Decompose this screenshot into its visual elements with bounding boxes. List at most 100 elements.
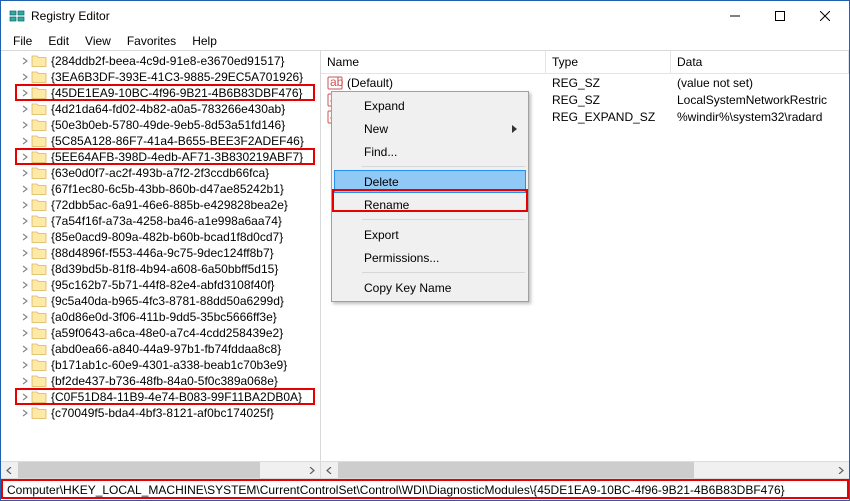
chevron-right-icon xyxy=(19,119,31,131)
tree-item[interactable]: {C0F51D84-11B9-4e74-B083-99F11BA2DB0A} xyxy=(1,389,320,405)
chevron-right-icon xyxy=(19,231,31,243)
tree-item[interactable]: {b171ab1c-60e9-4301-a338-beab1c70b3e9} xyxy=(1,357,320,373)
value-type: REG_SZ xyxy=(546,76,671,90)
tree-item[interactable]: {45DE1EA9-10BC-4f96-9B21-4B6B83DBF476} xyxy=(1,85,320,101)
cm-expand[interactable]: Expand xyxy=(334,94,526,117)
tree-item[interactable]: {7a54f16f-a73a-4258-ba46-a1e998a6aa74} xyxy=(1,213,320,229)
menu-favorites[interactable]: Favorites xyxy=(119,32,184,50)
tree-pane: {284ddb2f-beea-4c9d-91e8-e3670ed91517}{3… xyxy=(1,51,321,478)
tree-label: {45DE1EA9-10BC-4f96-9B21-4B6B83DBF476} xyxy=(51,86,303,100)
minimize-button[interactable] xyxy=(712,2,757,31)
maximize-button[interactable] xyxy=(757,2,802,31)
cm-separator xyxy=(362,166,525,167)
folder-icon xyxy=(31,101,47,117)
list-pane: Name Type Data ab(Default)REG_SZ(value n… xyxy=(321,51,849,478)
tree-item[interactable]: {5EE64AFB-398D-4edb-AF71-3B830219ABF7} xyxy=(1,149,320,165)
close-button[interactable] xyxy=(802,2,847,31)
submenu-arrow-icon xyxy=(512,125,518,133)
folder-icon xyxy=(31,389,47,405)
cm-permissions[interactable]: Permissions... xyxy=(334,246,526,269)
chevron-right-icon xyxy=(19,391,31,403)
tree-item[interactable]: {95c162b7-5b71-44f8-82e4-abfd3108f40f} xyxy=(1,277,320,293)
chevron-right-icon xyxy=(19,327,31,339)
folder-icon xyxy=(31,53,47,69)
tree-item[interactable]: {4d21da64-fd02-4b82-a0a5-783266e430ab} xyxy=(1,101,320,117)
folder-icon xyxy=(31,229,47,245)
tree-item[interactable]: {50e3b0eb-5780-49de-9eb5-8d53a51fd146} xyxy=(1,117,320,133)
registry-tree[interactable]: {284ddb2f-beea-4c9d-91e8-e3670ed91517}{3… xyxy=(1,51,320,421)
string-value-icon: ab xyxy=(327,75,343,91)
cm-separator xyxy=(362,272,525,273)
folder-icon xyxy=(31,293,47,309)
tree-item[interactable]: {5C85A128-86F7-41a4-B655-BEE3F2ADEF46} xyxy=(1,133,320,149)
titlebar: Registry Editor xyxy=(1,1,849,31)
folder-icon xyxy=(31,277,47,293)
value-name: (Default) xyxy=(347,76,393,90)
tree-label: {b171ab1c-60e9-4301-a338-beab1c70b3e9} xyxy=(51,358,287,372)
scroll-thumb[interactable] xyxy=(338,462,694,479)
scroll-left-button[interactable] xyxy=(321,462,338,479)
menu-file[interactable]: File xyxy=(5,32,40,50)
folder-icon xyxy=(31,245,47,261)
tree-item[interactable]: {abd0ea66-a840-44a9-97b1-fb74fddaa8c8} xyxy=(1,341,320,357)
tree-item[interactable]: {67f1ec80-6c5b-43bb-860b-d47ae85242b1} xyxy=(1,181,320,197)
tree-label: {85e0acd9-809a-482b-b60b-bcad1f8d0cd7} xyxy=(51,230,283,244)
column-name[interactable]: Name xyxy=(321,51,546,73)
tree-label: {8d39bd5b-81f8-4b94-a608-6a50bbff5d15} xyxy=(51,262,278,276)
tree-item[interactable]: {72dbb5ac-6a91-46e6-885b-e429828bea2e} xyxy=(1,197,320,213)
cm-copy-key-name[interactable]: Copy Key Name xyxy=(334,276,526,299)
value-type: REG_EXPAND_SZ xyxy=(546,110,671,124)
cm-separator xyxy=(362,219,525,220)
menu-help[interactable]: Help xyxy=(184,32,225,50)
scroll-track[interactable] xyxy=(18,462,303,479)
tree-label: {67f1ec80-6c5b-43bb-860b-d47ae85242b1} xyxy=(51,182,284,196)
folder-icon xyxy=(31,197,47,213)
column-type[interactable]: Type xyxy=(546,51,671,73)
tree-label: {C0F51D84-11B9-4e74-B083-99F11BA2DB0A} xyxy=(51,390,302,404)
scroll-right-button[interactable] xyxy=(832,462,849,479)
tree-item[interactable]: {63e0d0f7-ac2f-493b-a7f2-2f3ccdb66fca} xyxy=(1,165,320,181)
tree-item[interactable]: {c70049f5-bda4-4bf3-8121-af0bc174025f} xyxy=(1,405,320,421)
tree-item[interactable]: {85e0acd9-809a-482b-b60b-bcad1f8d0cd7} xyxy=(1,229,320,245)
tree-item[interactable]: {a0d86e0d-3f06-411b-9dd5-35bc5666ff3e} xyxy=(1,309,320,325)
chevron-right-icon xyxy=(19,199,31,211)
menu-view[interactable]: View xyxy=(77,32,119,50)
cm-rename[interactable]: Rename xyxy=(334,193,526,216)
tree-item[interactable]: {bf2de437-b736-48fb-84a0-5f0c389a068e} xyxy=(1,373,320,389)
scroll-right-button[interactable] xyxy=(303,462,320,479)
tree-item[interactable]: {a59f0643-a6ca-48e0-a7c4-4cdd258439e2} xyxy=(1,325,320,341)
cm-delete[interactable]: Delete xyxy=(334,170,526,193)
cm-export[interactable]: Export xyxy=(334,223,526,246)
tree-label: {88d4896f-f553-446a-9c75-9dec124ff8b7} xyxy=(51,246,274,260)
list-hscrollbar[interactable] xyxy=(321,461,849,478)
cm-find[interactable]: Find... xyxy=(334,140,526,163)
tree-hscrollbar[interactable] xyxy=(1,461,320,478)
tree-item[interactable]: {88d4896f-f553-446a-9c75-9dec124ff8b7} xyxy=(1,245,320,261)
folder-icon xyxy=(31,165,47,181)
chevron-right-icon xyxy=(19,55,31,67)
list-row[interactable]: ab(Default)REG_SZ(value not set) xyxy=(321,74,849,91)
menubar: File Edit View Favorites Help xyxy=(1,31,849,50)
chevron-right-icon xyxy=(19,87,31,99)
folder-icon xyxy=(31,341,47,357)
value-type: REG_SZ xyxy=(546,93,671,107)
tree-item[interactable]: {284ddb2f-beea-4c9d-91e8-e3670ed91517} xyxy=(1,53,320,69)
cm-new[interactable]: New xyxy=(334,117,526,140)
value-data: LocalSystemNetworkRestric xyxy=(671,93,849,107)
column-data[interactable]: Data xyxy=(671,51,849,73)
tree-item[interactable]: {8d39bd5b-81f8-4b94-a608-6a50bbff5d15} xyxy=(1,261,320,277)
folder-icon xyxy=(31,373,47,389)
tree-label: {72dbb5ac-6a91-46e6-885b-e429828bea2e} xyxy=(51,198,288,212)
chevron-right-icon xyxy=(19,407,31,419)
scroll-left-button[interactable] xyxy=(1,462,18,479)
folder-icon xyxy=(31,117,47,133)
scroll-thumb[interactable] xyxy=(18,462,260,479)
scroll-track[interactable] xyxy=(338,462,832,479)
tree-item[interactable]: {3EA6B3DF-393E-41C3-9885-29EC5A701926} xyxy=(1,69,320,85)
menu-edit[interactable]: Edit xyxy=(40,32,77,50)
folder-icon xyxy=(31,133,47,149)
tree-label: {7a54f16f-a73a-4258-ba46-a1e998a6aa74} xyxy=(51,214,282,228)
list-header: Name Type Data xyxy=(321,51,849,74)
chevron-right-icon xyxy=(19,311,31,323)
tree-item[interactable]: {9c5a40da-b965-4fc3-8781-88dd50a6299d} xyxy=(1,293,320,309)
